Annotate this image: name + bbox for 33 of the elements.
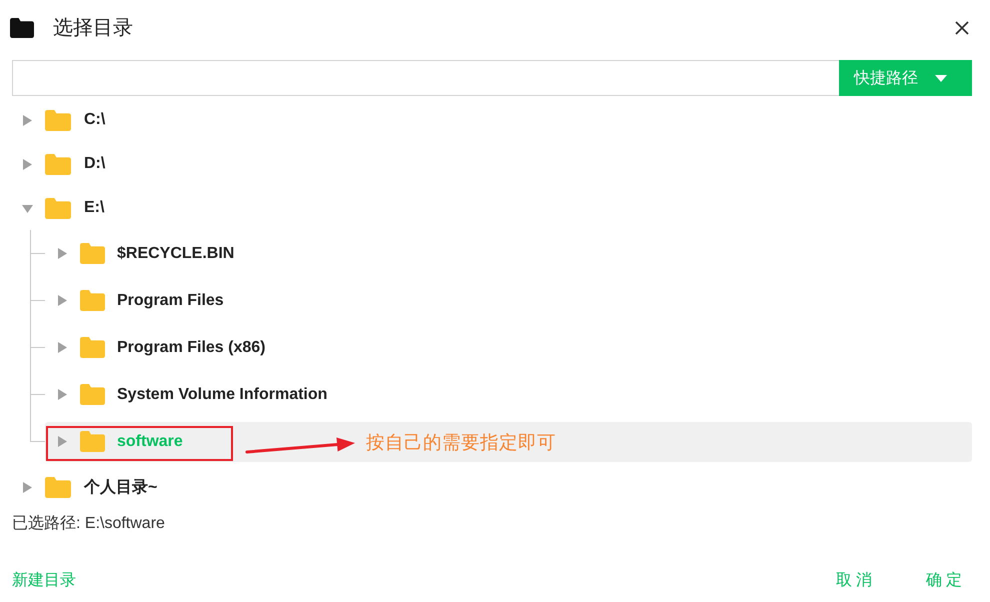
caret-down-icon <box>935 74 947 82</box>
folder-icon <box>80 337 105 358</box>
dialog-title: 选择目录 <box>53 16 134 41</box>
folder-icon <box>80 243 105 264</box>
tree-item[interactable]: System Volume Information <box>45 374 972 414</box>
caret-right-icon[interactable] <box>22 158 33 170</box>
caret-right-icon[interactable] <box>22 114 33 126</box>
folder-icon <box>45 110 71 130</box>
caret-right-icon[interactable] <box>57 295 68 306</box>
caret-right-icon[interactable] <box>57 342 68 353</box>
folder-icon <box>80 431 105 452</box>
tree-item[interactable]: Program Files (x86) <box>45 328 972 368</box>
tree-item[interactable]: $RECYCLE.BIN <box>45 234 972 274</box>
tree-item[interactable]: C:\ <box>12 98 972 142</box>
folder-icon <box>45 154 71 174</box>
tree-item[interactable]: D:\ <box>12 142 972 186</box>
tree-item[interactable]: 个人目录~ <box>12 465 972 509</box>
path-input-field[interactable] <box>12 60 839 96</box>
selected-path-text: 已选路径: E:\software <box>12 515 165 532</box>
tree-item[interactable]: E:\ <box>12 186 972 230</box>
caret-right-icon[interactable] <box>22 482 33 492</box>
caret-right-icon[interactable] <box>57 389 68 400</box>
folder-icon <box>45 198 71 218</box>
tree-item[interactable]: Program Files <box>45 280 972 320</box>
annotation-text: 按自己的需要指定即可 <box>366 430 556 454</box>
caret-right-icon[interactable] <box>57 436 68 447</box>
folder-icon <box>80 384 105 405</box>
caret-right-icon[interactable] <box>57 248 68 259</box>
folder-icon <box>45 476 71 498</box>
close-icon[interactable] <box>955 20 969 34</box>
folder-icon <box>10 18 34 38</box>
caret-down-icon[interactable] <box>22 202 33 214</box>
folder-icon <box>80 290 105 311</box>
